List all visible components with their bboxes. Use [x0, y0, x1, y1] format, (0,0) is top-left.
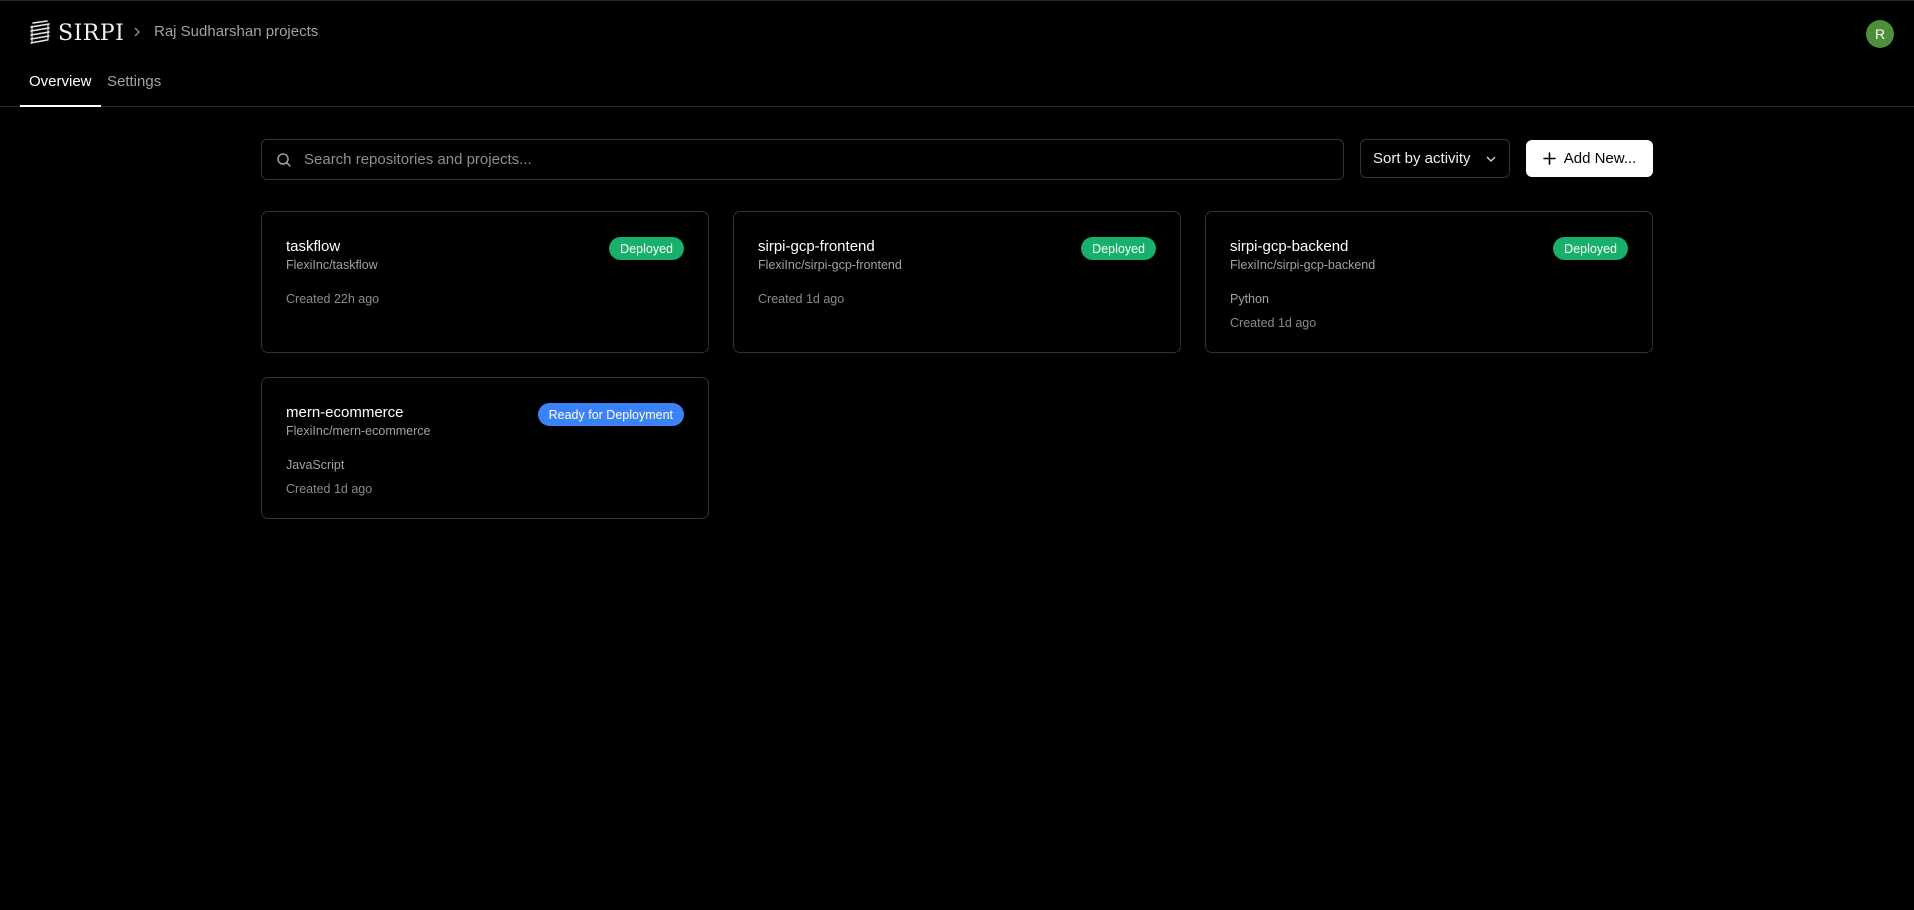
breadcrumb: Raj Sudharshan projects [132, 23, 318, 40]
project-created: Created 1d ago [1230, 316, 1317, 330]
search-input[interactable] [304, 140, 1343, 179]
status-badge: Ready for Deployment [537, 403, 684, 426]
chevron-down-icon [1486, 156, 1496, 162]
logo-text: SIRPI [58, 20, 125, 46]
project-card-sirpi-gcp-frontend[interactable]: sirpi-gcp-frontend FlexiInc/sirpi-gcp-fr… [733, 211, 1181, 353]
chevron-right-icon [134, 27, 140, 36]
breadcrumb-project-scope[interactable]: Raj Sudharshan projects [154, 23, 318, 40]
tab-overview[interactable]: Overview [20, 65, 101, 107]
project-repo: FlexiInc/taskflow [286, 258, 378, 272]
sirpi-logo-icon [30, 20, 50, 44]
project-repo: FlexiInc/sirpi-gcp-frontend [758, 258, 902, 272]
project-repo: FlexiInc/sirpi-gcp-backend [1230, 258, 1376, 272]
sort-label: Sort by activity [1373, 150, 1471, 167]
logo[interactable]: SIRPI [28, 19, 124, 47]
top-bar: SIRPI Raj Sudharshan projects R [0, 1, 1914, 65]
status-badge: Deployed [1081, 237, 1156, 260]
plus-icon [1542, 152, 1556, 165]
project-card-taskflow[interactable]: taskflow FlexiInc/taskflow Created 22h a… [261, 211, 709, 353]
status-badge: Deployed [609, 237, 684, 260]
add-new-label: Add New... [1563, 150, 1637, 167]
project-created: Created 1d ago [286, 482, 373, 496]
search-icon [277, 152, 291, 167]
sort-dropdown[interactable]: Sort by activity [1360, 139, 1510, 178]
project-card-mern-ecommerce[interactable]: mern-ecommerce FlexiInc/mern-ecommerce J… [261, 377, 709, 519]
avatar[interactable]: R [1866, 20, 1894, 48]
project-language: Python [1230, 292, 1269, 306]
add-new-button[interactable]: Add New... [1526, 140, 1653, 177]
tab-settings[interactable]: Settings [98, 65, 170, 107]
project-card-sirpi-gcp-backend[interactable]: sirpi-gcp-backend FlexiInc/sirpi-gcp-bac… [1205, 211, 1653, 353]
project-created: Created 1d ago [758, 292, 845, 306]
project-created: Created 22h ago [286, 292, 380, 306]
search-box[interactable] [261, 139, 1344, 180]
status-badge: Deployed [1553, 237, 1628, 260]
app-window: SIRPI Raj Sudharshan projects R Overview… [0, 0, 1914, 910]
project-repo: FlexiInc/mern-ecommerce [286, 424, 431, 438]
project-language: JavaScript [286, 458, 345, 472]
tab-bar: Overview Settings [0, 65, 1914, 107]
